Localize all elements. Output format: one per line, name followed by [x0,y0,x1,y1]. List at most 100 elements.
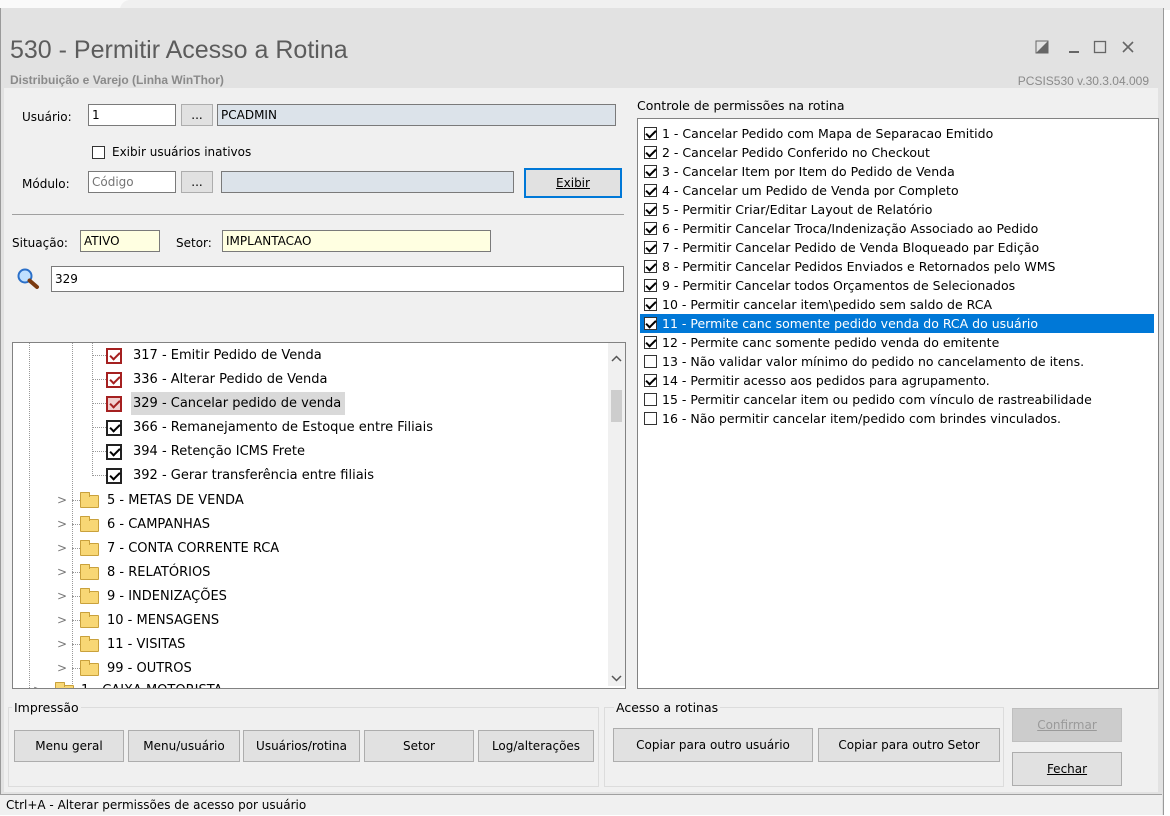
usuario-browse-button[interactable]: ... [181,104,213,126]
setor-button[interactable]: Setor [364,730,474,762]
tree-item-label: 329 - Cancelar pedido de venda [131,392,346,415]
search-input[interactable]: 329 [51,266,624,292]
permission-item-selected[interactable]: 11 - Permite canc somente pedido venda d… [640,314,1154,333]
modulo-code-input[interactable] [88,171,176,193]
exibir-button[interactable]: Exibir [524,168,622,198]
tree-item-checkbox[interactable] [106,468,122,484]
permission-checkbox[interactable] [644,393,657,406]
permission-checkbox[interactable] [644,203,657,216]
chevron-right-icon[interactable]: > [33,679,43,688]
copy-to-user-button[interactable]: Copiar para outro usuário [613,728,813,762]
chevron-right-icon[interactable]: > [57,561,67,584]
tree-item-checkbox[interactable] [106,348,122,364]
tree-item-checkbox[interactable] [106,420,122,436]
permission-checkbox[interactable] [644,412,657,425]
tree-item-329[interactable]: 329 - Cancelar pedido de venda [13,392,603,415]
folder-icon [80,492,99,508]
permission-item[interactable]: 13 - Não validar valor mínimo do pedido … [642,352,1152,371]
permission-item[interactable]: 12 - Permite canc somente pedido venda d… [642,333,1152,352]
permission-checkbox[interactable] [644,279,657,292]
permission-checkbox[interactable] [644,355,657,368]
restore-icon[interactable] [1031,36,1053,58]
confirmar-button[interactable]: Confirmar [1012,708,1122,742]
usuarios-rotina-button[interactable]: Usuários/rotina [243,730,360,762]
show-inactive-checkbox[interactable] [92,145,105,160]
tree-folder-1-partial[interactable]: > 1 - CAIXA MOTORISTA [13,679,603,688]
chevron-right-icon[interactable]: > [57,489,67,512]
scroll-down-icon[interactable] [611,671,622,686]
tree-item-366[interactable]: 366 - Remanejamento de Estoque entre Fil… [13,416,603,439]
permission-item[interactable]: 5 - Permitir Criar/Editar Layout de Rela… [642,200,1152,219]
chevron-right-icon[interactable]: > [57,585,67,608]
permission-item[interactable]: 7 - Permitir Cancelar Pedido de Venda Bl… [642,238,1152,257]
permission-item[interactable]: 9 - Permitir Cancelar todos Orçamentos d… [642,276,1152,295]
tree-item-checkbox[interactable] [106,444,122,460]
permission-item[interactable]: 2 - Cancelar Pedido Conferido no Checkou… [642,143,1152,162]
permission-item[interactable]: 15 - Permitir cancelar item ou pedido co… [642,390,1152,409]
modulo-browse-button[interactable]: ... [181,171,213,193]
permission-item[interactable]: 16 - Não permitir cancelar item/pedido c… [642,409,1152,428]
setor-label: Setor: [176,236,212,250]
permission-item[interactable]: 6 - Permitir Cancelar Troca/Indenização … [642,219,1152,238]
tree-folder-8[interactable]: > 8 - RELATÓRIOS [13,561,603,584]
permission-item[interactable]: 4 - Cancelar um Pedido de Venda por Comp… [642,181,1152,200]
tree-folder-11[interactable]: > 11 - VISITAS [13,633,603,656]
chevron-right-icon[interactable]: > [57,657,67,680]
permission-checkbox[interactable] [644,165,657,178]
scroll-thumb[interactable] [611,390,622,422]
tree-item-checkbox[interactable] [106,372,122,388]
permission-item[interactable]: 1 - Cancelar Pedido com Mapa de Separaca… [642,124,1152,143]
minimize-icon[interactable] [1063,36,1085,58]
tree-folder-label: 6 - CAMPANHAS [107,517,210,532]
permission-checkbox[interactable] [644,146,657,159]
permission-checkbox[interactable] [644,260,657,273]
permission-label: 10 - Permitir cancelar item\pedido sem s… [662,297,992,312]
menu-usuario-button[interactable]: Menu/usuário [128,730,240,762]
permission-checkbox[interactable] [644,336,657,349]
tree-scrollbar[interactable] [608,343,625,686]
folder-icon [80,540,99,556]
copy-to-user-button-label: Copiar para outro usuário [636,738,790,752]
chevron-right-icon[interactable]: > [57,609,67,632]
permission-label: 6 - Permitir Cancelar Troca/Indenização … [662,221,1039,236]
permission-label: 8 - Permitir Cancelar Pedidos Enviados e… [662,259,1056,274]
tree-item-317[interactable]: 317 - Emitir Pedido de Venda [13,344,603,367]
usuario-code-input[interactable]: 1 [88,104,176,126]
tree-item-394[interactable]: 394 - Retenção ICMS Frete [13,440,603,463]
chevron-right-icon[interactable]: > [57,513,67,536]
permission-checkbox[interactable] [644,127,657,140]
copy-to-sector-button[interactable]: Copiar para outro Setor [818,728,1000,762]
tree-item-checkbox[interactable] [106,396,122,412]
close-icon[interactable] [1117,36,1139,58]
tree-item-label: 366 - Remanejamento de Estoque entre Fil… [133,420,434,435]
chevron-right-icon[interactable]: > [57,537,67,560]
log-alteracoes-button[interactable]: Log/alterações [478,730,594,762]
chevron-right-icon[interactable]: > [57,633,67,656]
permission-checkbox[interactable] [644,298,657,311]
tree-item-392[interactable]: 392 - Gerar transferência entre filiais [13,464,603,487]
maximize-icon[interactable] [1089,36,1111,58]
permissions-list: 1 - Cancelar Pedido com Mapa de Separaca… [637,118,1159,689]
permission-item[interactable]: 14 - Permitir acesso aos pedidos para ag… [642,371,1152,390]
tree-folder-6[interactable]: > 6 - CAMPANHAS [13,513,603,536]
permission-checkbox[interactable] [644,374,657,387]
permission-checkbox[interactable] [644,222,657,235]
fechar-button[interactable]: Fechar [1012,752,1122,786]
scroll-up-icon[interactable] [611,351,622,366]
tree-folder-99[interactable]: > 99 - OUTROS [13,657,603,680]
permission-checkbox[interactable] [644,317,657,330]
tree-folder-7[interactable]: > 7 - CONTA CORRENTE RCA [13,537,603,560]
tree-folder-label: 99 - OUTROS [107,661,192,676]
tree-item-336[interactable]: 336 - Alterar Pedido de Venda [13,368,603,391]
tree-folder-9[interactable]: > 9 - INDENIZAÇÕES [13,585,603,608]
permission-item[interactable]: 8 - Permitir Cancelar Pedidos Enviados e… [642,257,1152,276]
tree-folder-10[interactable]: > 10 - MENSAGENS [13,609,603,632]
permission-checkbox[interactable] [644,184,657,197]
menu-geral-button-label: Menu geral [35,739,103,753]
routine-tree: 317 - Emitir Pedido de Venda 336 - Alter… [12,342,626,689]
permission-item[interactable]: 3 - Cancelar Item por Item do Pedido de … [642,162,1152,181]
permission-checkbox[interactable] [644,241,657,254]
tree-folder-5[interactable]: > 5 - METAS DE VENDA [13,489,603,512]
permission-item[interactable]: 10 - Permitir cancelar item\pedido sem s… [642,295,1152,314]
menu-geral-button[interactable]: Menu geral [14,730,124,762]
